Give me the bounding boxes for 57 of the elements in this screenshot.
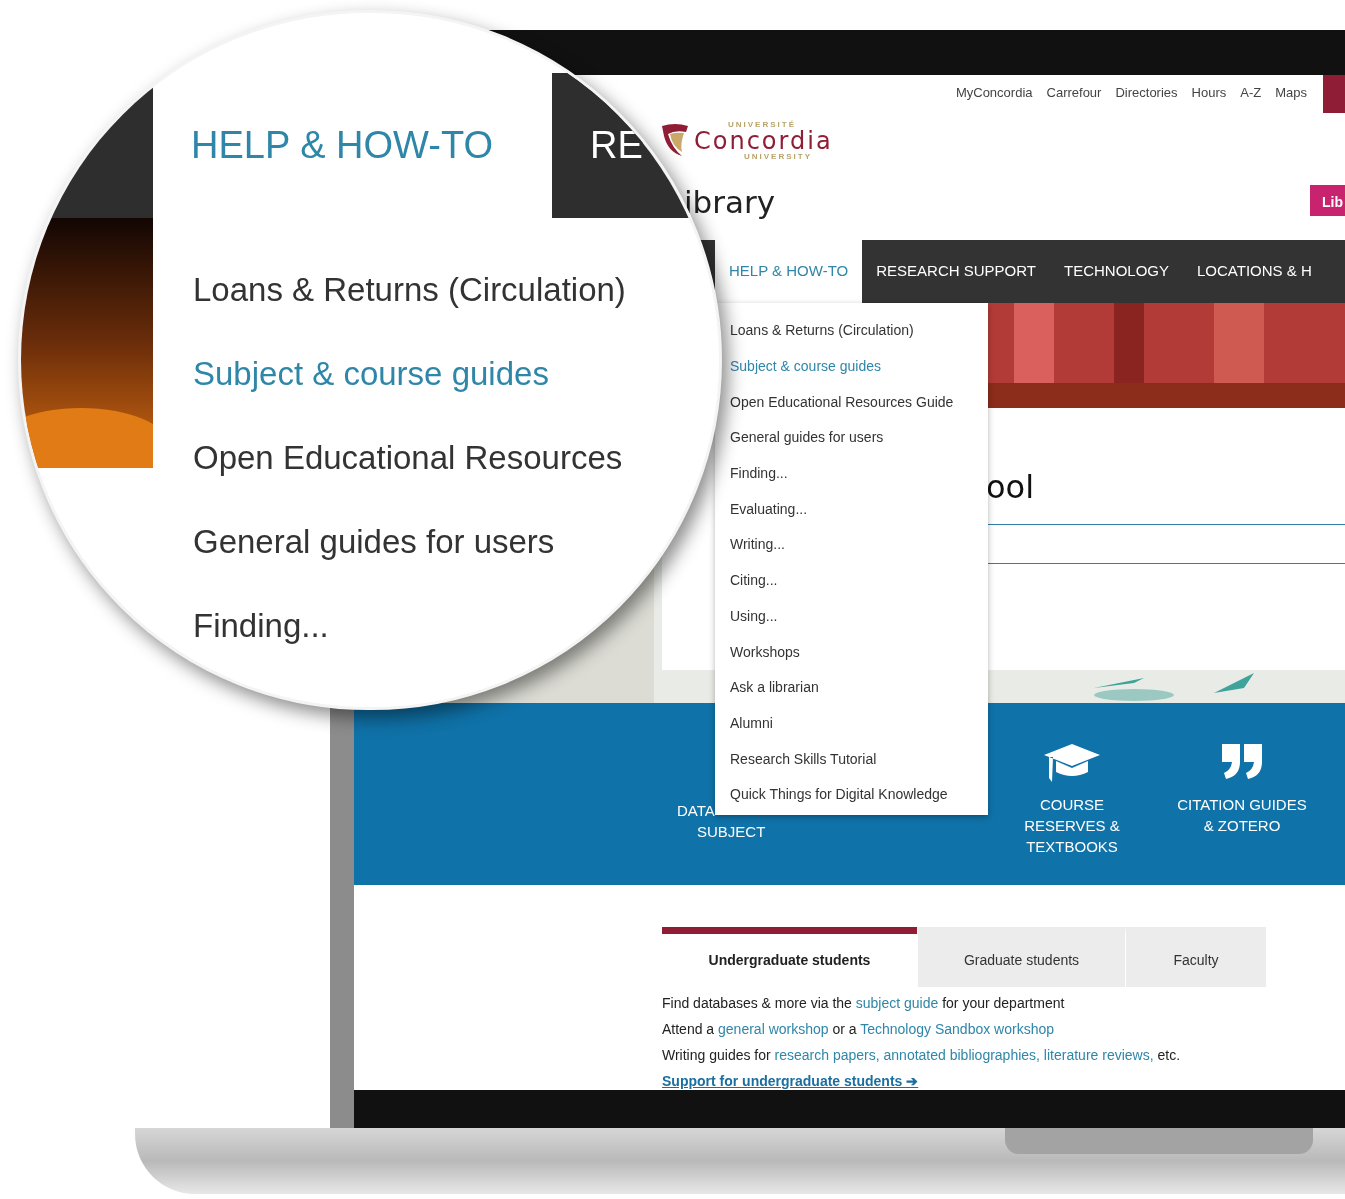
audience-tab[interactable]: Faculty (1125, 927, 1266, 987)
link-label: TEXTBOOKS (1026, 837, 1118, 857)
menu-item[interactable]: Research Skills Tutorial (730, 741, 877, 777)
nav-tab[interactable]: RESEARCH SUPPORT (862, 240, 1050, 303)
link-label: COURSE (1039, 795, 1105, 815)
menu-item[interactable]: Using... (730, 598, 778, 635)
quick-link[interactable]: CITATION GUIDES & ZOTERO (1167, 742, 1317, 836)
menu-item[interactable]: General guides for users (193, 500, 626, 584)
paragraph: Writing guides for research papers, annotated bibliographies, literature reviews, etc. (662, 1046, 1181, 1065)
quick-link[interactable]: COURSE RESERVES & TEXTBOOKS (997, 742, 1147, 857)
link-label: & ZOTERO (1203, 816, 1281, 836)
text-link[interactable]: subject guide (855, 995, 939, 1011)
paragraph: Attend a general workshop or a Technology Sandbox workshop (662, 1020, 1055, 1039)
text-link[interactable]: Technology Sandbox workshop (860, 1021, 1054, 1037)
menu-item[interactable]: Subject & course guides (730, 348, 881, 385)
library-button[interactable]: Lib (1310, 185, 1345, 216)
top-link[interactable]: Carrefour (1046, 83, 1102, 103)
menu-item[interactable]: Subject & course guides (193, 332, 626, 416)
page-heading: ool (986, 467, 1035, 508)
logo-wordmark: Concordia (694, 129, 833, 153)
nav-tab[interactable]: TECHNOLOGY (1049, 240, 1183, 303)
link-label: CITATION GUIDES (1177, 795, 1307, 815)
menu-item[interactable]: Loans & Returns (Circulation) (730, 313, 914, 349)
top-link[interactable]: A-Z (1240, 83, 1262, 103)
link-label: DATA (677, 801, 715, 821)
nav-tab[interactable]: LOCATIONS & H (1183, 240, 1326, 303)
top-link[interactable]: Maps (1275, 83, 1307, 103)
menu-item[interactable]: Finding... (730, 455, 788, 492)
header-tab[interactable] (1323, 75, 1345, 113)
paragraph: Find databases & more via the subject guide for your department (662, 994, 1066, 1013)
menu-item[interactable]: Quick Things for Digital Knowledge (730, 776, 948, 813)
quote-icon (1220, 742, 1264, 780)
audience-tab[interactable]: Graduate students (917, 927, 1125, 987)
link-label: SUBJECT (696, 822, 766, 842)
menu-item[interactable]: Loans & Returns (Circulation) (193, 248, 626, 332)
menu-item[interactable]: Ask a librarian (730, 669, 819, 706)
link-label: RESERVES & (1024, 816, 1120, 836)
menu-item[interactable]: Open Educational Resources (193, 416, 626, 500)
top-link[interactable]: Directories (1115, 83, 1178, 103)
support-link[interactable]: Support for undergraduate students ➔ (662, 1071, 919, 1090)
menu-item[interactable]: Evaluating... (730, 491, 808, 528)
logo-text: UNIVERSITY (743, 153, 813, 161)
top-link[interactable]: MyConcordia (955, 83, 1033, 103)
menu-item[interactable]: Citing... (730, 562, 778, 599)
top-link[interactable]: Hours (1191, 83, 1227, 103)
graduation-cap-icon (1043, 742, 1101, 784)
menu-item[interactable]: General guides for users (730, 420, 884, 456)
menu-item[interactable]: Alumni (730, 705, 773, 742)
nav-tab[interactable]: HELP & HOW-TO (715, 240, 863, 303)
menu-item[interactable]: Open Educational Resources Guide (730, 384, 954, 421)
text-link[interactable]: general workshop (718, 1021, 829, 1037)
menu-item[interactable]: Workshops (730, 634, 800, 670)
menu-item[interactable]: Writing... (730, 527, 785, 563)
site-title: ibrary (684, 183, 776, 222)
logo-text: UNIVERSITÉ (727, 121, 797, 129)
text-link[interactable]: research papers, annotated bibliographies, literature reviews, (774, 1047, 1154, 1063)
menu-item[interactable]: Finding... (193, 584, 626, 668)
